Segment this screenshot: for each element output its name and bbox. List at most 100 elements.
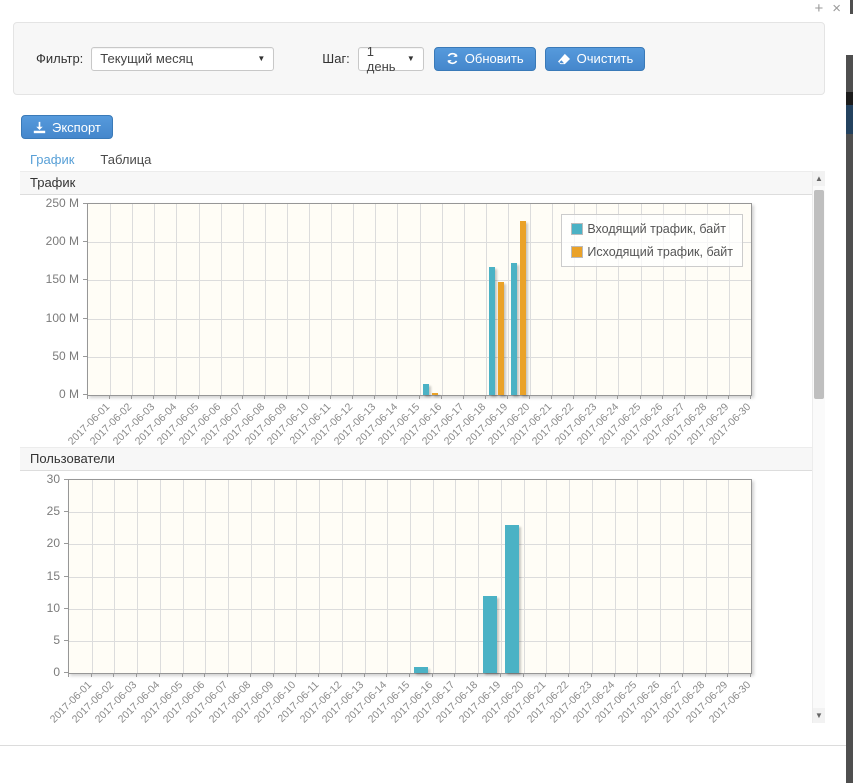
- x-tick-mark: [273, 673, 274, 677]
- x-tick-mark: [614, 673, 615, 677]
- x-tick-mark: [659, 673, 660, 677]
- legend-entry: Исходящий трафик, байт: [571, 245, 733, 259]
- x-tick-mark: [591, 673, 592, 677]
- refresh-button[interactable]: Обновить: [434, 47, 536, 71]
- scroll-up-button[interactable]: ▲: [813, 171, 825, 186]
- gridline: [342, 480, 343, 673]
- gridline: [205, 480, 206, 673]
- x-tick-mark: [220, 395, 221, 399]
- y-tick-mark: [83, 279, 87, 280]
- filter-select[interactable]: Текущий месяц ▼: [91, 47, 274, 71]
- scroll-down-button[interactable]: ▼: [813, 708, 825, 723]
- x-tick-mark: [175, 395, 176, 399]
- plot-area: Входящий трафик, байтИсходящий трафик, б…: [87, 203, 752, 396]
- background-window-edge: [846, 55, 853, 783]
- y-tick-mark: [64, 608, 68, 609]
- bar: [520, 221, 526, 395]
- x-tick-mark: [364, 673, 365, 677]
- gridline: [569, 480, 570, 673]
- filter-select-value: Текущий месяц: [100, 51, 193, 66]
- clear-button[interactable]: Очистить: [545, 47, 646, 71]
- bar: [505, 525, 519, 673]
- gridline: [728, 480, 729, 673]
- export-button[interactable]: Экспорт: [21, 115, 113, 139]
- gridline: [552, 204, 553, 395]
- export-button-label: Экспорт: [52, 120, 101, 135]
- x-tick-mark: [595, 395, 596, 399]
- legend-label: Исходящий трафик, байт: [587, 245, 733, 259]
- gridline: [154, 204, 155, 395]
- download-icon: [33, 121, 46, 134]
- plot-area: [68, 479, 752, 674]
- gridline: [199, 204, 200, 395]
- x-tick-mark: [159, 673, 160, 677]
- y-tick-label: 25: [10, 503, 60, 519]
- chevron-down-icon: ▼: [257, 54, 265, 63]
- x-tick-mark: [500, 673, 501, 677]
- y-tick-label: 15: [10, 568, 60, 584]
- step-select[interactable]: 1 день ▼: [358, 47, 424, 71]
- x-tick-mark: [227, 673, 228, 677]
- chevron-down-icon: ▼: [407, 54, 415, 63]
- x-tick-mark: [109, 395, 110, 399]
- traffic-statistics-screen: + × Фильтр: Текущий месяц ▼ Шаг: 1 день …: [0, 0, 853, 783]
- gridline: [309, 204, 310, 395]
- x-tick-mark: [507, 395, 508, 399]
- vertical-scrollbar[interactable]: ▲ ▼: [812, 171, 825, 723]
- filter-label: Фильтр:: [36, 51, 83, 66]
- x-tick-mark: [454, 673, 455, 677]
- gridline: [365, 480, 366, 673]
- x-tick-mark: [409, 673, 410, 677]
- gridline: [637, 480, 638, 673]
- background-window-edge: [846, 105, 853, 134]
- step-select-value: 1 день: [367, 44, 397, 74]
- y-tick-label: 150 M: [29, 271, 79, 287]
- y-tick-label: 10: [10, 600, 60, 616]
- legend-swatch: [571, 246, 583, 258]
- y-tick-label: 200 M: [29, 233, 79, 249]
- clear-button-label: Очистить: [577, 51, 634, 66]
- x-tick-mark: [153, 395, 154, 399]
- x-tick-mark: [295, 673, 296, 677]
- gridline: [486, 204, 487, 395]
- chart-legend: Входящий трафик, байтИсходящий трафик, б…: [561, 214, 743, 267]
- x-tick-mark: [551, 395, 552, 399]
- x-tick-mark: [568, 673, 569, 677]
- add-icon[interactable]: +: [814, 1, 823, 16]
- x-tick-mark: [341, 673, 342, 677]
- users-chart: 0510152025302017-06-012017-06-022017-06-…: [20, 471, 812, 731]
- x-tick-mark: [706, 395, 707, 399]
- gridline: [524, 480, 525, 673]
- y-tick-label: 0: [10, 664, 60, 680]
- x-tick-mark: [617, 395, 618, 399]
- y-tick-label: 50 M: [29, 348, 79, 364]
- gridline: [221, 204, 222, 395]
- refresh-icon: [446, 52, 459, 65]
- x-tick-mark: [419, 395, 420, 399]
- x-tick-mark: [705, 673, 706, 677]
- section-header-traffic: Трафик: [20, 171, 812, 195]
- scroll-up-icon: ▲: [815, 174, 823, 183]
- close-icon[interactable]: ×: [832, 1, 841, 16]
- bottom-divider: [0, 745, 846, 746]
- gridline: [706, 480, 707, 673]
- scrollbar-thumb[interactable]: [814, 190, 824, 399]
- x-tick-mark: [529, 395, 530, 399]
- refresh-button-label: Обновить: [465, 51, 524, 66]
- scroll-down-icon: ▼: [815, 711, 823, 720]
- x-tick-mark: [87, 395, 88, 399]
- gridline: [387, 480, 388, 673]
- x-tick-mark: [131, 395, 132, 399]
- gridline: [110, 204, 111, 395]
- gridline: [592, 480, 593, 673]
- gridline: [265, 204, 266, 395]
- bar: [432, 393, 438, 395]
- gridline: [660, 480, 661, 673]
- gridline: [508, 204, 509, 395]
- y-tick-mark: [64, 576, 68, 577]
- gridline: [296, 480, 297, 673]
- x-tick-mark: [318, 673, 319, 677]
- y-tick-mark: [64, 543, 68, 544]
- y-tick-label: 250 M: [29, 195, 79, 211]
- x-tick-mark: [396, 395, 397, 399]
